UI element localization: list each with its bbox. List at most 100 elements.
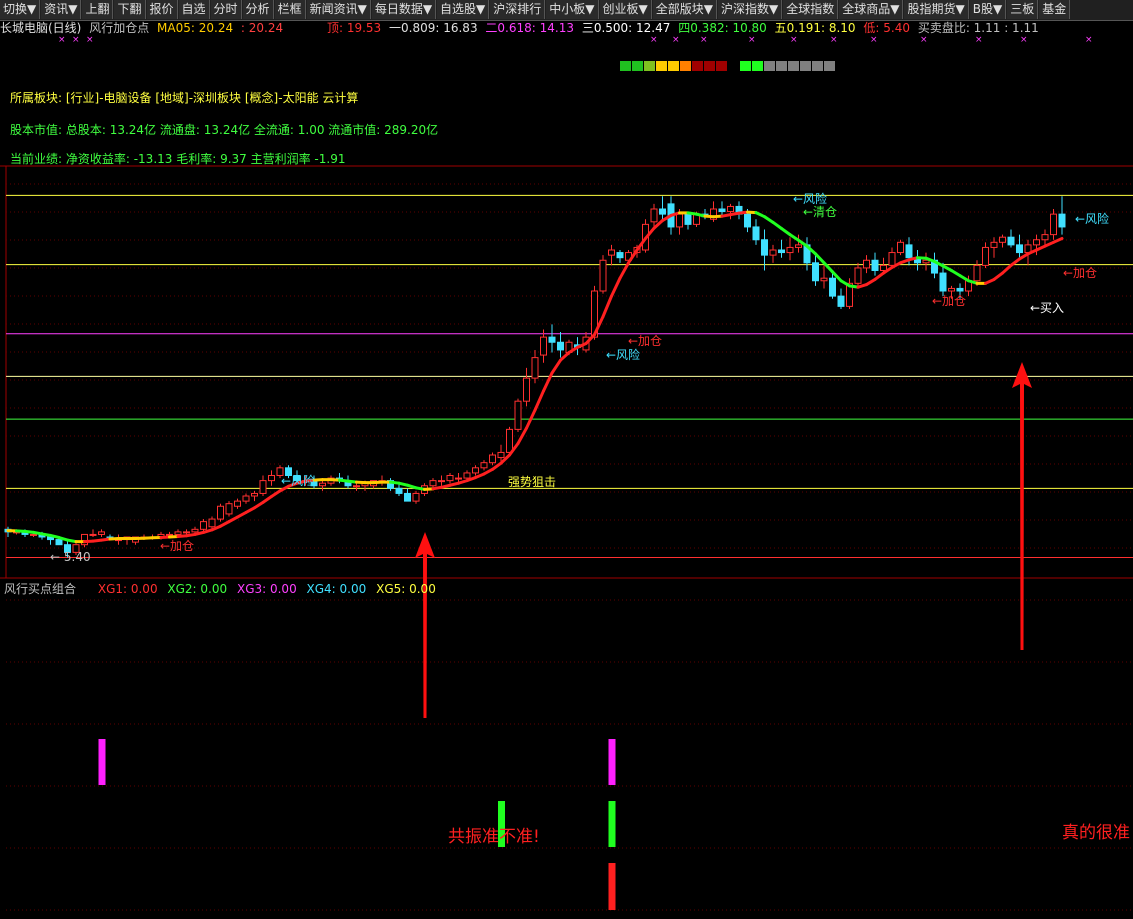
annotation-low: ← 5.40 bbox=[50, 550, 91, 564]
toolbar-item-13[interactable]: 中小板▼ bbox=[546, 0, 599, 19]
toolbar-item-17[interactable]: 全球指数 bbox=[783, 0, 839, 19]
candle-body-76 bbox=[650, 208, 658, 223]
xg5-value: XG5: 0.00 bbox=[376, 582, 436, 596]
ma-segment-93 bbox=[788, 233, 800, 242]
candle-body-6 bbox=[55, 539, 63, 546]
candle-body-47 bbox=[404, 492, 411, 502]
annotation-risk-4: ←风险 bbox=[1075, 212, 1110, 226]
xg3-signal-bar-0 bbox=[98, 739, 106, 785]
candle-body-57 bbox=[489, 454, 496, 464]
candle-body-55 bbox=[472, 467, 479, 474]
candle-body-64 bbox=[548, 336, 556, 343]
toolbar-item-10[interactable]: 每日数据▼ bbox=[371, 0, 437, 19]
toolbar-item-11[interactable]: 自选股▼ bbox=[437, 0, 490, 19]
fib-level-lines bbox=[6, 194, 1133, 558]
toolbar-item-3[interactable]: 下翻 bbox=[114, 0, 146, 19]
candle-body-37 bbox=[319, 482, 326, 487]
toolbar-item-14[interactable]: 创业板▼ bbox=[599, 0, 652, 19]
ma-value: : 20.24 bbox=[240, 21, 284, 35]
toolbar-item-2[interactable]: 上翻 bbox=[82, 0, 114, 19]
candle-body-58 bbox=[497, 451, 505, 459]
title-bar: 长城电脑(日线) 风行加仓点 MA05: 20.24 : 20.24 顶: 19… bbox=[0, 20, 1133, 37]
candle-body-108 bbox=[922, 259, 930, 264]
ma-segment-72 bbox=[610, 276, 622, 298]
candle-body-62 bbox=[531, 357, 539, 379]
ma-segment-71 bbox=[601, 294, 613, 319]
annotation-add-4: ←加仓 bbox=[1063, 266, 1098, 280]
toolbar-item-8[interactable]: 栏框 bbox=[274, 0, 306, 19]
candle-body-93 bbox=[795, 244, 802, 248]
candle-body-10 bbox=[89, 533, 97, 536]
candle-body-53 bbox=[455, 477, 462, 480]
toolbar-item-12[interactable]: 沪深排行 bbox=[490, 0, 546, 19]
candle-body-119 bbox=[1016, 244, 1023, 254]
candle-body-122 bbox=[1041, 234, 1049, 241]
candle-body-112 bbox=[956, 287, 964, 292]
candle-body-72 bbox=[616, 252, 624, 259]
candle-body-77 bbox=[659, 208, 666, 215]
toolbar: 切换▼ 资讯▼ 上翻 下翻 报价 自选 分时 分析 栏框 新闻资讯▼ 每日数据▼ 自选股▼ 沪深排行 中小… bbox=[0, 0, 1133, 21]
toolbar-item-5[interactable]: 自选 bbox=[178, 0, 210, 19]
accurate-text: 真的很准 bbox=[1062, 823, 1130, 843]
toolbar-item-9[interactable]: 新闻资讯▼ bbox=[306, 0, 371, 19]
candle-body-50 bbox=[429, 480, 437, 487]
candle-body-117 bbox=[999, 236, 1006, 243]
cap-info: 股本市值: 总股本: 13.24亿 流通盘: 13.24亿 全流通: 1.00 … bbox=[10, 123, 439, 137]
candle-body-48 bbox=[412, 492, 420, 502]
candle-body-71 bbox=[608, 249, 615, 256]
toolbar-item-22[interactable]: 基金 bbox=[1039, 0, 1071, 19]
candle-body-63 bbox=[540, 336, 547, 356]
toolbar-item-4[interactable]: 报价 bbox=[146, 0, 178, 19]
candle-body-90 bbox=[769, 249, 777, 256]
ma-segment-61 bbox=[516, 426, 528, 445]
toolbar-item-19[interactable]: 股指期货▼ bbox=[904, 0, 969, 19]
candle-body-104 bbox=[888, 252, 896, 266]
candle-body-79 bbox=[676, 213, 683, 228]
candle-body-30 bbox=[259, 480, 267, 494]
toolbar-item-20[interactable]: B股▼ bbox=[969, 0, 1007, 19]
indicator-name: 风行加仓点 bbox=[89, 21, 150, 35]
candle-body-101 bbox=[863, 259, 870, 269]
toolbar-item-16[interactable]: 沪深指数▼ bbox=[718, 0, 783, 19]
toolbar-item-15[interactable]: 全部版块▼ bbox=[652, 0, 717, 19]
candle-body-111 bbox=[948, 287, 955, 292]
candle-body-46 bbox=[395, 487, 403, 494]
annotation-risk-2: ←风险 bbox=[606, 348, 641, 362]
toolbar-item-21[interactable]: 三板 bbox=[1007, 0, 1039, 19]
candle-body-106 bbox=[905, 244, 913, 259]
ma-segment-31 bbox=[261, 495, 273, 504]
candlestick-series bbox=[4, 196, 1066, 558]
ma-segment-66 bbox=[559, 351, 571, 362]
candle-body-116 bbox=[990, 241, 998, 248]
candle-body-70 bbox=[599, 259, 607, 292]
order-ratio: 买卖盘比: 1.11 : 1.11 bbox=[917, 21, 1039, 35]
toolbar-item-18[interactable]: 全球商品▼ bbox=[839, 0, 904, 19]
toolbar-item-6[interactable]: 分时 bbox=[210, 0, 242, 19]
ma-segment-91 bbox=[771, 220, 783, 230]
toolbar-item-0[interactable]: 切换▼ bbox=[0, 0, 41, 19]
candle-body-23 bbox=[200, 521, 207, 530]
ma-segment-73 bbox=[618, 261, 630, 280]
candle-body-20 bbox=[174, 531, 182, 535]
candle-body-105 bbox=[897, 241, 904, 254]
ma-segment-117 bbox=[992, 271, 1004, 281]
xg2-value: XG2: 0.00 bbox=[167, 582, 228, 596]
candle-body-88 bbox=[752, 226, 760, 241]
candle-body-41 bbox=[353, 485, 360, 488]
candle-body-98 bbox=[837, 295, 845, 307]
level-five: 五0.191: 8.10 bbox=[774, 21, 856, 35]
xg4-value: XG4: 0.00 bbox=[306, 582, 367, 596]
candle-body-118 bbox=[1007, 236, 1015, 246]
toolbar-item-1[interactable]: 资讯▼ bbox=[41, 0, 82, 19]
ma-segment-96 bbox=[814, 252, 826, 265]
candle-body-96 bbox=[820, 277, 828, 282]
ma-segment-65 bbox=[550, 358, 562, 375]
level-two: 二0.618: 14.13 bbox=[485, 21, 574, 35]
level-top: 顶: 19.53 bbox=[326, 21, 382, 35]
arrow-up-left bbox=[415, 532, 435, 718]
toolbar-item-7[interactable]: 分析 bbox=[242, 0, 274, 19]
candle-body-91 bbox=[778, 249, 785, 254]
signal-bars bbox=[98, 739, 616, 910]
candle-body-65 bbox=[557, 341, 564, 351]
annotation-risk-3: ←风险 bbox=[281, 474, 316, 488]
